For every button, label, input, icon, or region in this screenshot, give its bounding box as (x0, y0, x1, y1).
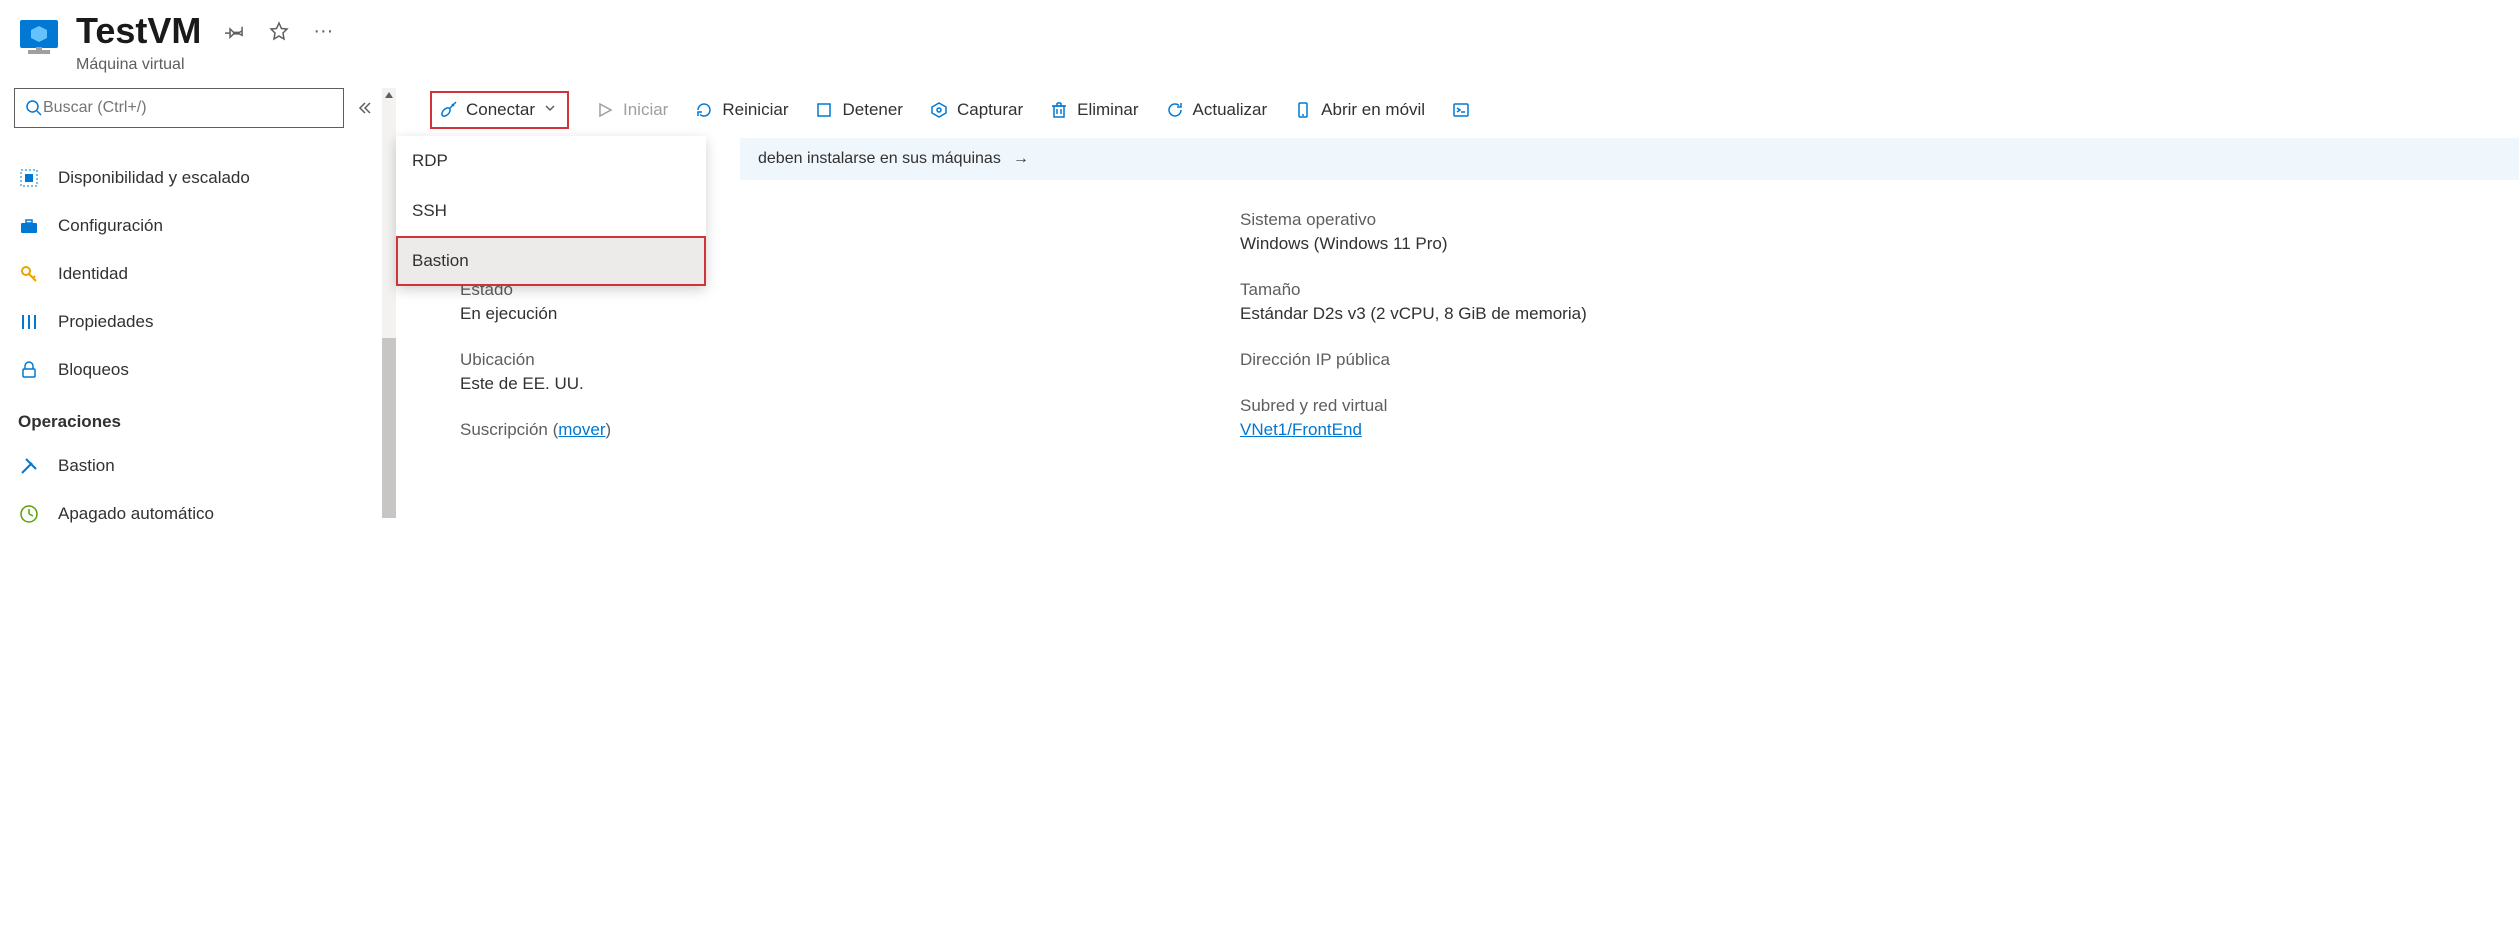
capture-label: Capturar (957, 100, 1023, 120)
toolbox-icon (18, 216, 40, 236)
lock-icon (18, 360, 40, 380)
delete-button[interactable]: Eliminar (1049, 100, 1138, 120)
connect-option-ssh[interactable]: SSH (396, 186, 706, 236)
size-value: Estándar D2s v3 (2 vCPU, 8 GiB de memori… (1240, 304, 1920, 324)
properties-icon (18, 312, 40, 332)
dropdown-label: SSH (412, 201, 447, 221)
search-icon (25, 99, 43, 117)
os-label: Sistema operativo (1240, 210, 1920, 230)
mobile-icon (1293, 100, 1313, 120)
essentials-right-col: Sistema operativo Windows (Windows 11 Pr… (1240, 210, 1920, 440)
search-input[interactable] (43, 99, 333, 117)
clock-icon (18, 504, 40, 524)
play-icon (595, 100, 615, 120)
nav-list-operations: Bastion Apagado automático (14, 442, 396, 538)
info-banner[interactable]: deben instalarse en sus máquinas → (740, 138, 2519, 180)
connect-dropdown: RDP SSH Bastion (396, 136, 706, 286)
nav-label: Propiedades (58, 312, 153, 332)
nav-item-identity[interactable]: Identidad (14, 250, 396, 298)
stop-icon (814, 100, 834, 120)
vnet-value-link[interactable]: VNet1/FrontEnd (1240, 420, 1920, 440)
location-label: Ubicación (460, 350, 1140, 370)
nav-item-configuration[interactable]: Configuración (14, 202, 396, 250)
capture-icon (929, 100, 949, 120)
bastion-icon (18, 456, 40, 476)
stop-label: Detener (842, 100, 902, 120)
nav-label: Identidad (58, 264, 128, 284)
nav-item-locks[interactable]: Bloqueos (14, 346, 396, 394)
status-value: En ejecución (460, 304, 1140, 324)
subscription-label: Suscripción (mover) (460, 420, 1140, 440)
dropdown-label: Bastion (412, 251, 469, 271)
scrollbar-thumb[interactable] (382, 338, 396, 518)
restart-button[interactable]: Reiniciar (694, 100, 788, 120)
connect-option-bastion[interactable]: Bastion (396, 236, 706, 286)
nav-item-properties[interactable]: Propiedades (14, 298, 396, 346)
page-subtitle: Máquina virtual (76, 56, 333, 74)
favorite-star-icon[interactable] (269, 21, 289, 41)
pip-label: Dirección IP pública (1240, 350, 1920, 370)
subscription-move-link[interactable]: mover (558, 420, 605, 439)
dropdown-label: RDP (412, 151, 448, 171)
key-icon (18, 264, 40, 284)
delete-label: Eliminar (1077, 100, 1138, 120)
refresh-icon (1165, 100, 1185, 120)
cli-icon (1451, 100, 1471, 120)
open-mobile-label: Abrir en móvil (1321, 100, 1425, 120)
start-label: Iniciar (623, 100, 668, 120)
banner-text: deben instalarse en sus máquinas (758, 150, 1001, 168)
arrow-right-icon: → (1013, 150, 1029, 168)
nav-label: Bastion (58, 456, 115, 476)
connect-label: Conectar (466, 100, 535, 120)
capture-button[interactable]: Capturar (929, 100, 1023, 120)
scale-icon (18, 168, 40, 188)
sidebar: Disponibilidad y escalado Configuración … (0, 88, 396, 538)
more-menu-icon[interactable]: ··· (313, 21, 333, 41)
start-button: Iniciar (595, 100, 668, 120)
restart-label: Reiniciar (722, 100, 788, 120)
main-content: Conectar Iniciar Reiniciar (396, 88, 2519, 538)
nav-label: Configuración (58, 216, 163, 236)
location-value: Este de EE. UU. (460, 374, 1140, 394)
os-value: Windows (Windows 11 Pro) (1240, 234, 1920, 254)
chevron-down-icon (543, 100, 557, 120)
nav-label: Disponibilidad y escalado (58, 168, 250, 188)
pin-icon[interactable] (225, 21, 245, 41)
section-heading-operations: Operaciones (14, 394, 396, 442)
vnet-label: Subred y red virtual (1240, 396, 1920, 416)
refresh-label: Actualizar (1193, 100, 1268, 120)
scroll-up-icon[interactable] (382, 88, 396, 102)
connect-button[interactable]: Conectar (430, 91, 569, 129)
page-title: TestVM (76, 10, 201, 52)
nav-label: Apagado automático (58, 504, 214, 524)
size-label: Tamaño (1240, 280, 1920, 300)
restart-icon (694, 100, 714, 120)
connect-option-rdp[interactable]: RDP (396, 136, 706, 186)
trash-icon (1049, 100, 1069, 120)
vm-icon (16, 16, 62, 62)
nav-item-availability[interactable]: Disponibilidad y escalado (14, 154, 396, 202)
title-group: TestVM ··· Máquina virtual (76, 10, 333, 74)
search-box[interactable] (14, 88, 344, 128)
essentials: Grupo de recursos (mover) TestRG1 Estado… (460, 210, 2519, 440)
refresh-button[interactable]: Actualizar (1165, 100, 1268, 120)
nav-item-autoshutdown[interactable]: Apagado automático (14, 490, 396, 538)
page-header: TestVM ··· Máquina virtual (0, 0, 2519, 88)
toolbar: Conectar Iniciar Reiniciar (430, 88, 2519, 132)
stop-button[interactable]: Detener (814, 100, 902, 120)
scrollbar-track (382, 88, 396, 518)
connect-icon (438, 100, 458, 120)
collapse-sidebar-icon[interactable] (354, 100, 376, 116)
open-mobile-button[interactable]: Abrir en móvil (1293, 100, 1425, 120)
cli-button[interactable] (1451, 100, 1471, 120)
nav-item-bastion[interactable]: Bastion (14, 442, 396, 490)
nav-list: Disponibilidad y escalado Configuración … (14, 154, 396, 394)
nav-label: Bloqueos (58, 360, 129, 380)
